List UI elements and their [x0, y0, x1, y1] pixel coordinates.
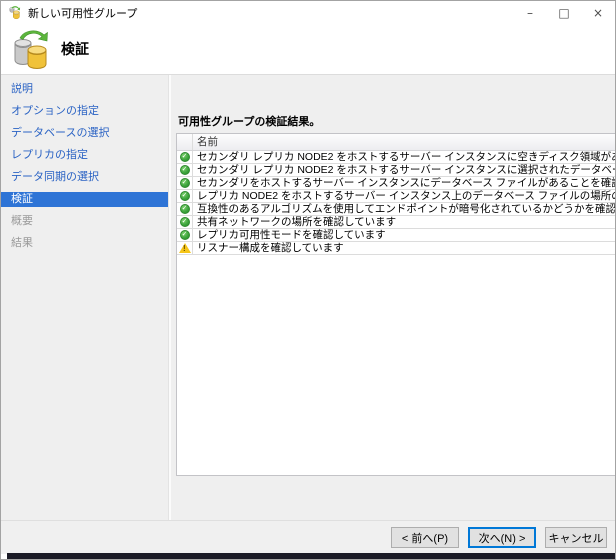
rerun-row: 検証の再実行(R) — [176, 488, 615, 510]
section-title: 可用性グループの検証結果。 — [178, 116, 321, 128]
validation-step-name: セカンダリをホストするサーバー インスタンスにデータベース ファイルがあることを… — [193, 177, 615, 189]
validation-step-name: リスナー構成を確認しています — [193, 242, 615, 254]
name-column-header[interactable]: 名前 — [193, 134, 615, 150]
sidebar-step-6[interactable]: 検証 — [1, 192, 168, 207]
success-icon: ✓ — [177, 164, 193, 176]
success-icon: ✓ — [177, 177, 193, 189]
replication-databases-icon — [14, 30, 48, 69]
validation-row[interactable]: ✓ 互換性のあるアルゴリズムを使用してエンドポイントが暗号化されているかどうかを確… — [177, 203, 615, 216]
window-title: 新しい可用性グループ — [28, 7, 138, 20]
validation-row[interactable]: ✓ セカンダリ レプリカ NODE2 をホストするサーバー インスタンスに空きディ… — [177, 151, 615, 164]
sidebar-step-2[interactable]: オプションの指定 — [1, 104, 168, 119]
validation-step-name: レプリカ可用性モードを確認しています — [193, 229, 615, 241]
status-column-header — [177, 134, 193, 150]
success-icon: ✓ — [177, 203, 193, 215]
wizard-window: 新しい可用性グループ – □ × 検証 説明 オプションの指定 データベースの選択レ… — [0, 0, 616, 560]
close-button[interactable]: × — [581, 1, 615, 24]
maximize-button[interactable]: □ — [547, 1, 581, 24]
warning-icon — [177, 242, 193, 254]
minimize-button[interactable]: – — [513, 1, 547, 24]
wizard-steps-sidebar: 説明オプションの指定 データベースの選択 レプリカの指定 データ同期の選択 検証概要結果 — [1, 75, 169, 520]
sidebar-step-4[interactable]: レプリカの指定 — [1, 148, 168, 163]
body-area: 説明オプションの指定 データベースの選択 レプリカの指定 データ同期の選択 検証概要結果… — [1, 75, 615, 520]
validation-row[interactable]: ✓ セカンダリ レプリカ NODE2 をホストするサーバー インスタンスに選択され… — [177, 164, 615, 177]
validation-row[interactable]: ✓ セカンダリをホストするサーバー インスタンスにデータベース ファイルがあること… — [177, 177, 615, 190]
validation-results-table: 名前 結果 ✓セカンダリ レプリカ NODE2 をホストするサーバー インスタン… — [176, 133, 615, 476]
next-button[interactable]: 次へ(N) > — [468, 527, 536, 548]
validation-step-name: セカンダリ レプリカ NODE2 をホストするサーバー インスタンスに選択された… — [193, 164, 615, 176]
sidebar-step-8: 結果 — [11, 237, 33, 249]
wizard-header: 検証 — [1, 24, 615, 75]
table-rows: ✓ セカンダリ レプリカ NODE2 をホストするサーバー インスタンスに空きディ… — [177, 151, 615, 255]
success-icon: ✓ — [177, 151, 193, 163]
window-controls: – □ × — [513, 1, 615, 24]
help-row: ? ヘルプ — [176, 82, 615, 96]
validation-row[interactable]: ✓レプリカ可用性モードを確認しています成功 — [177, 229, 615, 242]
sidebar-step-5[interactable]: データ同期の選択 — [1, 170, 168, 185]
success-icon: ✓ — [177, 229, 193, 241]
footer-button-bar: < 前へ(P) 次へ(N) > キャンセル — [1, 520, 615, 554]
window-bottom-edge — [7, 553, 615, 559]
page-title: 検証 — [61, 41, 89, 57]
availability-group-icon — [9, 5, 21, 19]
validation-step-name: 共有ネットワークの場所を確認しています — [193, 216, 615, 228]
titlebar: 新しい可用性グループ – □ × — [1, 1, 615, 24]
sidebar-step-7: 概要 — [11, 215, 33, 227]
validation-row[interactable]: ✓共有ネットワークの場所を確認しています成功 — [177, 216, 615, 229]
validation-row[interactable]: ✓ レプリカ NODE2 をホストするサーバー インスタンス上のデータベース ファ… — [177, 190, 615, 203]
previous-button[interactable]: < 前へ(P) — [391, 527, 459, 548]
validation-step-name: 互換性のあるアルゴリズムを使用してエンドポイントが暗号化されているかどうかを確認… — [193, 203, 615, 215]
sidebar-step-3[interactable]: データベースの選択 — [1, 126, 168, 141]
validation-row[interactable]: リスナー構成を確認しています警告 — [177, 242, 615, 255]
validation-step-name: セカンダリ レプリカ NODE2 をホストするサーバー インスタンスに空きディス… — [193, 151, 615, 163]
success-icon: ✓ — [177, 216, 193, 228]
cancel-button[interactable]: キャンセル — [545, 527, 607, 548]
content-pane: ? ヘルプ 可用性グループの検証結果。 名前 結果 ✓セカンダリ レプリカ NO… — [169, 75, 615, 520]
success-icon: ✓ — [177, 190, 193, 202]
sidebar-step-1[interactable]: 説明 — [1, 82, 168, 97]
table-header-row: 名前 結果 — [177, 134, 615, 151]
validation-step-name: レプリカ NODE2 をホストするサーバー インスタンス上のデータベース ファイ… — [193, 190, 615, 202]
table-empty-area — [177, 255, 615, 475]
